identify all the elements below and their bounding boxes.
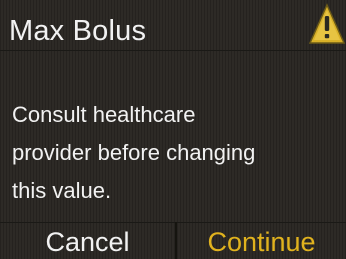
title-divider bbox=[0, 50, 346, 51]
message-line: provider before changing bbox=[12, 140, 256, 165]
cancel-button[interactable]: Cancel bbox=[0, 222, 175, 259]
continue-button[interactable]: Continue bbox=[177, 222, 346, 259]
warning-message: Consult healthcare provider before chang… bbox=[12, 96, 342, 210]
warning-triangle-icon bbox=[308, 3, 346, 44]
message-line: Consult healthcare bbox=[12, 102, 196, 127]
softkey-bar: Cancel Continue bbox=[0, 222, 346, 259]
screen-title: Max Bolus bbox=[9, 15, 147, 47]
message-line: this value. bbox=[12, 178, 112, 203]
pump-screen: Max Bolus Consult healthcare provider be… bbox=[0, 0, 346, 259]
